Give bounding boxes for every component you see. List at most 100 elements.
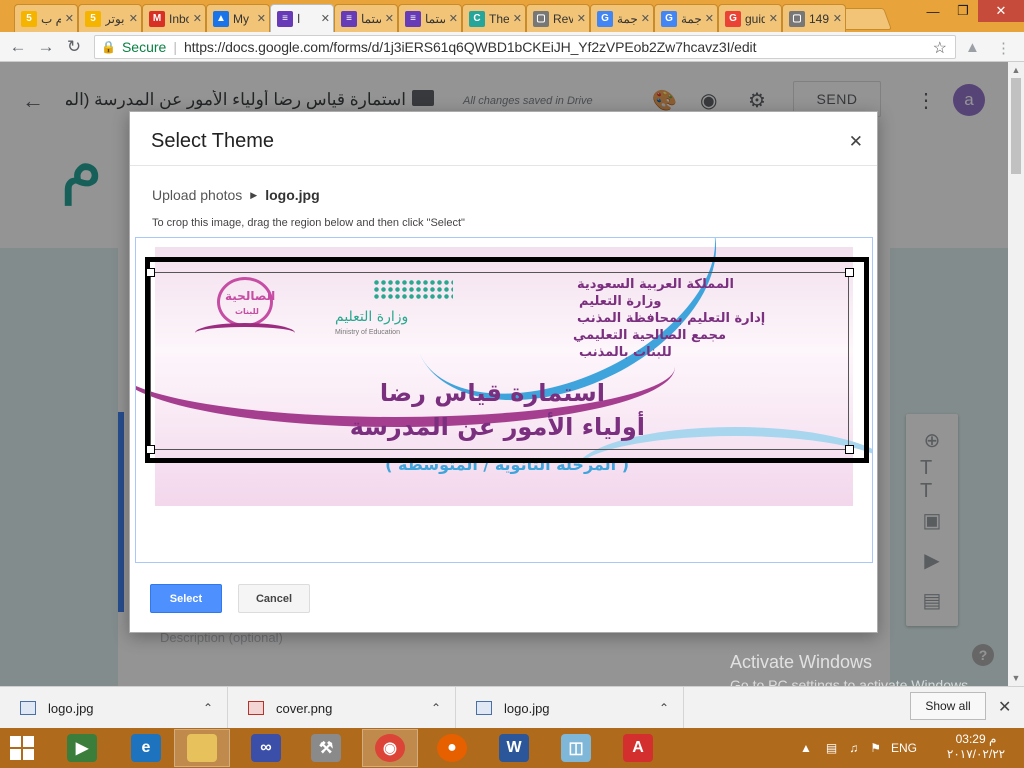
tab-close-icon[interactable]: ✕ [385, 12, 397, 25]
tab-close-icon[interactable]: ✕ [65, 12, 77, 25]
restore-icon[interactable]: ❐ [948, 0, 978, 22]
tab-close-icon[interactable]: ✕ [449, 12, 461, 25]
tab-title: أقوم ب [41, 11, 61, 26]
tab-close-icon[interactable]: ✕ [129, 12, 141, 25]
taskbar-chrome[interactable]: ◉ [362, 729, 418, 767]
browser-tab[interactable]: M Inbo ✕ [142, 4, 206, 32]
menu-kebab-icon[interactable]: ⋮ [996, 39, 1011, 57]
downloads-bar: logo.jpg ⌃ cover.png ⌃ logo.jpg ⌃ Show a… [0, 686, 1024, 729]
forward-arrow-icon[interactable]: → [36, 37, 56, 57]
volume-icon[interactable]: ♫ [849, 741, 858, 755]
download-item[interactable]: logo.jpg ⌃ [456, 687, 684, 729]
breadcrumb-file: logo.jpg [265, 187, 320, 203]
scroll-down-icon[interactable]: ▼ [1008, 670, 1024, 686]
address-bar[interactable]: 🔒 Secure | https://docs.google.com/forms… [94, 35, 956, 59]
tab-favicon-icon: C [469, 10, 485, 27]
page-scrollbar[interactable]: ▲ ▼ [1008, 62, 1024, 686]
tab-close-icon[interactable]: ✕ [705, 12, 717, 25]
window-close-icon[interactable]: ✕ [978, 0, 1024, 22]
scroll-up-icon[interactable]: ▲ [1008, 62, 1024, 78]
tab-strip: — ❐ ✕ 5 أقوم ب ✕ 5 ابوتر ✕ M Inbo ✕ ▲ My D ✕ ≡ ا ✕ ≡ است… [0, 0, 1024, 32]
taskbar-file-explorer[interactable] [174, 729, 230, 767]
browser-tab[interactable]: 5 ابوتر ✕ [78, 4, 142, 32]
taskbar-internet-explorer[interactable]: e [118, 729, 174, 767]
tab-favicon-icon: 5 [21, 10, 37, 27]
download-item[interactable]: logo.jpg ⌃ [0, 687, 228, 729]
tray-expand-icon[interactable]: ▲ [800, 741, 812, 755]
image-file-icon [248, 701, 264, 715]
browser-tab[interactable]: ≡ ا ✕ [270, 4, 334, 32]
dialog-divider [130, 165, 877, 166]
taskbar-firefox[interactable]: ● [424, 729, 480, 767]
browser-tab[interactable]: ≡ استما ✕ [334, 4, 398, 32]
tab-close-icon[interactable]: ✕ [641, 12, 653, 25]
tab-title: ترجمة [681, 11, 701, 26]
media-player-icon: ▶ [67, 734, 97, 762]
glass-app-icon: ◫ [561, 734, 591, 762]
chevron-up-icon[interactable]: ⌃ [659, 701, 669, 715]
tab-close-icon[interactable]: ✕ [321, 12, 333, 25]
taskbar-tools[interactable]: ⚒ [298, 729, 354, 767]
crop-handle-bottom-right[interactable] [845, 445, 854, 454]
breadcrumb-upload-photos[interactable]: Upload photos [152, 187, 242, 203]
network-icon[interactable]: ▤ [826, 741, 837, 755]
close-downloads-icon[interactable]: ✕ [998, 697, 1011, 717]
language-indicator[interactable]: ENG [891, 741, 917, 755]
tab-close-icon[interactable]: ✕ [833, 12, 845, 25]
chevron-up-icon[interactable]: ⌃ [203, 701, 213, 715]
taskbar-word[interactable]: W [486, 729, 542, 767]
browser-tab[interactable]: ≡ استما ✕ [398, 4, 462, 32]
crop-handle-bottom-left[interactable] [146, 445, 155, 454]
crop-handle-top-right[interactable] [845, 268, 854, 277]
download-filename: logo.jpg [48, 700, 94, 716]
tab-favicon-icon: ▲ [213, 10, 229, 27]
browser-tab[interactable]: ▢ 1490 ✕ [782, 4, 846, 32]
bookmark-star-icon[interactable]: ☆ [933, 38, 947, 58]
firefox-icon: ● [437, 734, 467, 762]
tab-close-icon[interactable]: ✕ [193, 12, 205, 25]
cancel-button[interactable]: Cancel [238, 584, 310, 613]
show-all-downloads-button[interactable]: Show all [910, 692, 986, 720]
image-file-icon [476, 701, 492, 715]
browser-tab[interactable]: Gguid ✕ [718, 4, 782, 32]
crop-area[interactable]: الصالحية للبنات وزارة التعليم Ministry o… [135, 237, 873, 563]
drive-extension-icon[interactable]: ▲ [965, 39, 980, 56]
tab-close-icon[interactable]: ✕ [257, 12, 269, 25]
dialog-close-icon[interactable]: ✕ [849, 132, 863, 152]
taskbar-clock[interactable]: 03:29 م ٢٠١٧/٠٢/٢٢ [944, 732, 1008, 762]
tab-favicon-icon: ▢ [789, 10, 805, 27]
select-button[interactable]: Select [150, 584, 222, 613]
reload-icon[interactable]: ↻ [64, 37, 84, 57]
taskbar-media-player[interactable]: ▶ [54, 729, 110, 767]
browser-tab[interactable]: C The ✕ [462, 4, 526, 32]
crop-handle-top-left[interactable] [146, 268, 155, 277]
word-icon: W [499, 734, 529, 762]
taskbar-app-glass[interactable]: ◫ [548, 729, 604, 767]
taskbar-app-infinity[interactable]: ∞ [238, 729, 294, 767]
tab-close-icon[interactable]: ✕ [769, 12, 781, 25]
browser-tab[interactable]: ▲ My D ✕ [206, 4, 270, 32]
browser-tab[interactable]: G ترجمة ✕ [654, 4, 718, 32]
back-arrow-icon[interactable]: ← [8, 37, 28, 57]
windows-start-icon[interactable] [10, 736, 34, 760]
tab-close-icon[interactable]: ✕ [577, 12, 589, 25]
tab-favicon-icon: 5 [85, 10, 101, 27]
scroll-thumb[interactable] [1011, 78, 1021, 174]
action-center-icon[interactable]: ⚑ [870, 741, 881, 755]
download-item[interactable]: cover.png ⌃ [228, 687, 456, 729]
minimize-icon[interactable]: — [918, 0, 948, 22]
tab-title: ابوتر [105, 11, 125, 26]
browser-tab[interactable]: 5 أقوم ب ✕ [14, 4, 78, 32]
url-separator: | [173, 39, 177, 55]
tab-close-icon[interactable]: ✕ [513, 12, 525, 25]
crop-selection-region[interactable] [150, 272, 849, 450]
tab-title: ترجمة [617, 11, 637, 26]
browser-tab[interactable]: G ترجمة ✕ [590, 4, 654, 32]
chrome-icon: ◉ [375, 734, 405, 762]
lock-icon: 🔒 [101, 40, 116, 54]
tab-favicon-icon: ≡ [277, 10, 293, 27]
chevron-up-icon[interactable]: ⌃ [431, 701, 441, 715]
taskbar-acrobat[interactable]: A [610, 729, 666, 767]
tab-favicon-icon: ≡ [341, 10, 357, 27]
browser-tab[interactable]: ▢ Revi ✕ [526, 4, 590, 32]
